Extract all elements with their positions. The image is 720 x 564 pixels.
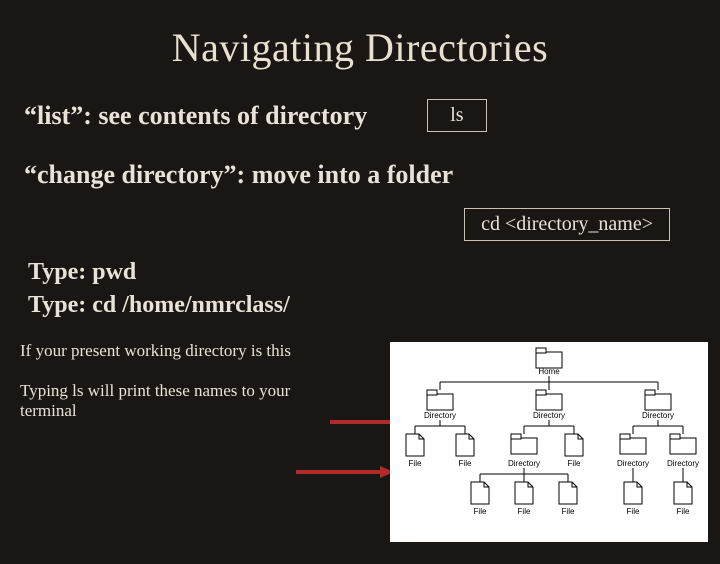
node-l2-5: Directory [667,459,699,468]
type-cd: Type: cd /home/nmrclass/ [0,292,720,319]
node-l2-0: File [409,459,422,468]
node-l1-1: Directory [533,411,565,420]
node-l3-2: File [562,507,575,516]
node-l2-4: Directory [617,459,649,468]
type-pwd: Type: pwd [0,259,720,286]
node-l3-3: File [627,507,640,516]
node-l3-1: File [518,507,531,516]
node-l2-3: File [568,459,581,468]
node-l1-2: Directory [642,411,674,420]
slide-title: Navigating Directories [0,24,720,71]
node-l3-4: File [677,507,690,516]
ls-command-box: ls [427,99,486,132]
cd-command-box: cd <directory_name> [464,208,670,241]
node-l2-1: File [459,459,472,468]
node-l3-0: File [474,507,487,516]
list-row: “list”: see contents of directory ls [0,99,720,132]
list-label: “list”: see contents of directory [24,101,367,131]
note-pwd: If your present working directory is thi… [0,341,350,361]
directory-tree-diagram: Home Directory Directory Directory File … [390,342,708,542]
cd-row: “change directory”: move into a folder [0,160,720,190]
node-l2-2: Directory [508,459,540,468]
note-ls: Typing ls will print these names to your… [0,381,330,421]
node-l1-0: Directory [424,411,456,420]
node-root: Home [538,367,560,376]
cd-label: “change directory”: move into a folder [24,160,696,190]
